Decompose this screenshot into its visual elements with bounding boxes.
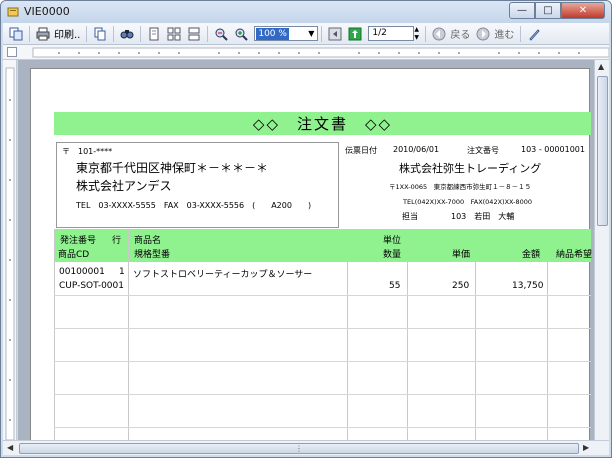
annotation-icon[interactable] [526, 26, 542, 42]
header-qty: 数量 [383, 250, 402, 260]
vertical-ruler [3, 60, 17, 441]
chevron-down-icon[interactable]: ▼ [305, 29, 317, 38]
row-product-cd: CUP-SOT-0001 [59, 281, 124, 291]
customer-address: 東京都千代田区神保町＊－＊＊－＊ [76, 161, 269, 175]
maximize-button[interactable]: □ [535, 2, 561, 19]
row-amount: 13,750 [512, 281, 544, 291]
slip-date-label: 伝票日付 [345, 146, 377, 155]
printer-icon[interactable] [35, 26, 51, 42]
customer-company: 株式会社アンデス [76, 179, 172, 193]
continuous-page-icon[interactable] [186, 26, 202, 42]
seller-tel-fax: TEL(042X)XX-7000 FAX(042X)XX-8000 [403, 198, 533, 206]
ruler-ticks [32, 47, 609, 58]
row-price: 250 [452, 281, 470, 291]
header-amount: 金額 [522, 250, 541, 260]
horizontal-ruler [3, 45, 609, 60]
toolbar-separator [29, 25, 30, 42]
seller-company: 株式会社弥生トレーディング [399, 162, 542, 175]
forward-button-label[interactable]: 進む [494, 26, 514, 41]
zoom-value: 100 % [256, 27, 289, 40]
grid-line [54, 427, 591, 428]
ruler-corner [7, 47, 17, 57]
header-price: 単価 [452, 250, 471, 260]
header-spec: 規格型番 [134, 250, 171, 260]
header-product-name: 商品名 [134, 236, 162, 246]
app-icon [7, 7, 19, 17]
page-spinner[interactable]: ▲ ▼ [414, 26, 422, 41]
close-button[interactable]: ✕ [561, 2, 605, 19]
grid-line [54, 295, 591, 296]
copy-icon[interactable] [8, 26, 24, 42]
document-title: ◇◇ 注文書 ◇◇ [54, 112, 591, 135]
grid-line [54, 229, 55, 440]
back-arrow-icon[interactable] [431, 26, 447, 42]
order-no-label: 注文番号 [467, 146, 499, 155]
grid-line [547, 229, 548, 440]
title-bar[interactable]: VIE0000 — □ ✕ [1, 1, 611, 23]
toolbar-separator [86, 25, 88, 42]
grid-line [407, 229, 408, 440]
minimize-button[interactable]: — [509, 2, 535, 19]
customer-postal: 〒 101-**** [62, 147, 113, 156]
rep-name: 103 若田 大輔 [451, 212, 515, 221]
rep-label: 担当 [402, 212, 418, 221]
page-number-input[interactable]: 1/2 [368, 26, 415, 41]
customer-address-box: 〒 101-**** 東京都千代田区神保町＊－＊＊－＊ 株式会社アンデス TEL… [56, 142, 339, 228]
first-page-icon[interactable] [327, 26, 343, 42]
print-button-label[interactable]: 印刷.. [54, 26, 80, 41]
grid-line [54, 361, 591, 362]
preview-canvas[interactable]: ◇◇ 注文書 ◇◇ 〒 101-**** 東京都千代田区神保町＊－＊＊－＊ 株式… [18, 60, 594, 440]
grid-line [54, 394, 591, 395]
toolbar-separator [207, 25, 209, 42]
grid-line [475, 229, 476, 440]
horizontal-scroll-thumb[interactable]: ⋮ [19, 443, 579, 454]
zoom-out-icon[interactable] [213, 26, 229, 42]
row-product-name: ソフトストロベリーティーカップ＆ソーサー [133, 270, 313, 280]
row-qty: 55 [389, 281, 401, 291]
copy-page-icon[interactable] [92, 26, 108, 42]
slip-date: 2010/06/01 [393, 145, 440, 154]
customer-tel-fax: TEL 03-XXXX-5555 FAX 03-XXXX-5556 ( A200… [76, 201, 312, 210]
find-icon[interactable] [119, 26, 135, 42]
zoom-in-icon[interactable] [233, 26, 249, 42]
back-button-label[interactable]: 戻る [450, 26, 470, 41]
toolbar: 印刷.. 100 % ▼ 1/2 ▲ ▼ 戻る 進む [3, 23, 609, 45]
header-unit: 単位 [383, 236, 402, 246]
scroll-right-icon[interactable]: ▶ [583, 443, 589, 452]
toolbar-separator [425, 25, 427, 42]
row-line: 1 [119, 267, 125, 277]
grid-line [54, 328, 591, 329]
toolbar-separator [140, 25, 142, 42]
scroll-up-icon[interactable]: ▲ [598, 62, 604, 71]
header-product-cd: 商品CD [58, 250, 90, 260]
scroll-left-icon[interactable]: ◀ [7, 443, 13, 452]
grid-line [347, 229, 348, 440]
toolbar-separator [321, 25, 323, 42]
toolbar-separator [520, 25, 522, 42]
vertical-scrollbar[interactable]: ▲ [594, 60, 609, 440]
spin-down-icon[interactable]: ▼ [414, 34, 422, 41]
horizontal-scrollbar[interactable]: ◀ ⋮ ▶ [3, 440, 609, 455]
header-line: 行 [112, 236, 122, 246]
spin-up-icon[interactable]: ▲ [414, 26, 422, 33]
window-controls: — □ ✕ [509, 2, 605, 19]
grid-line [128, 229, 129, 440]
document-page: ◇◇ 注文書 ◇◇ 〒 101-**** 東京都千代田区神保町＊－＊＊－＊ 株式… [30, 68, 593, 440]
order-no: 103 - 00001001 [521, 145, 585, 154]
vertical-ruler-ticks [5, 67, 15, 441]
seller-address: 〒1XX-0065 東京都練西市弥生町１－８－１５ [389, 183, 532, 191]
forward-arrow-icon[interactable] [475, 26, 491, 42]
multi-page-icon[interactable] [166, 26, 182, 42]
toolbar-separator [113, 25, 115, 42]
header-delivery: 納品希望 [556, 250, 593, 260]
vertical-scroll-thumb[interactable] [597, 76, 608, 226]
app-window: VIE0000 — □ ✕ 印刷.. 100 % ▼ 1/2 ▲ ▼ 戻る 進む… [0, 0, 612, 458]
row-order-no: 00100001 [59, 267, 105, 277]
table-header: 発注番号 行 商品CD 商品名 規格型番 単位 数量 単価 金額 納品希望 [54, 229, 593, 262]
single-page-icon[interactable] [146, 26, 162, 42]
next-page-icon[interactable] [347, 26, 363, 42]
window-title: VIE0000 [24, 5, 70, 18]
header-order-no: 発注番号 [60, 236, 97, 246]
zoom-select[interactable]: 100 % ▼ [254, 26, 319, 41]
